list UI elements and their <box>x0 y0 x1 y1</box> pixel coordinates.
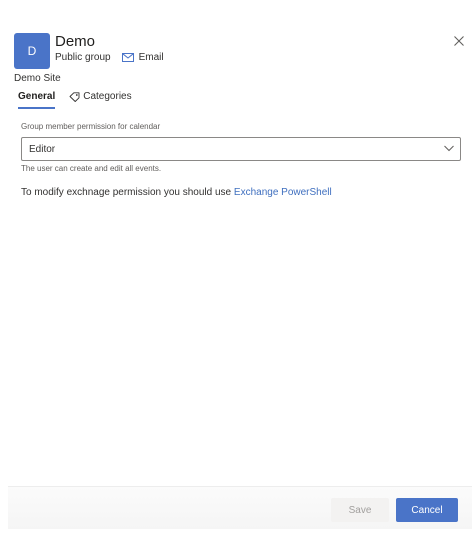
close-icon[interactable] <box>452 34 466 48</box>
chevron-down-icon <box>444 145 454 153</box>
exchange-powershell-link[interactable]: Exchange PowerShell <box>234 187 332 198</box>
tab-categories[interactable]: Categories <box>69 91 132 111</box>
calendar-permission-value: Editor <box>29 143 56 155</box>
save-button[interactable]: Save <box>331 498 389 522</box>
group-avatar: D <box>14 33 50 69</box>
tab-general-label: General <box>18 91 56 102</box>
site-name: Demo Site <box>14 73 61 84</box>
calendar-permission-dropdown[interactable]: Editor <box>21 137 461 161</box>
tab-categories-label: Categories <box>83 91 132 102</box>
avatar-initial: D <box>27 44 37 58</box>
email-link[interactable]: Email <box>139 52 164 63</box>
mail-icon <box>121 53 134 62</box>
tab-general[interactable]: General <box>18 91 56 111</box>
group-settings-panel: D Demo Public group Email Demo Site Gene… <box>0 0 474 533</box>
group-type: Public group <box>55 52 111 63</box>
calendar-permission-label: Group member permission for calendar <box>21 122 161 131</box>
tag-icon <box>69 92 80 102</box>
tab-bar: General Categories <box>18 91 132 111</box>
cancel-button[interactable]: Cancel <box>396 498 458 522</box>
group-title: Demo <box>55 33 96 50</box>
exchange-note-text: To modify exchnage permission you should… <box>21 187 234 198</box>
group-subline: Public group Email <box>55 52 164 63</box>
calendar-permission-helper: The user can create and edit all events. <box>21 164 162 173</box>
exchange-note: To modify exchnage permission you should… <box>21 187 332 198</box>
